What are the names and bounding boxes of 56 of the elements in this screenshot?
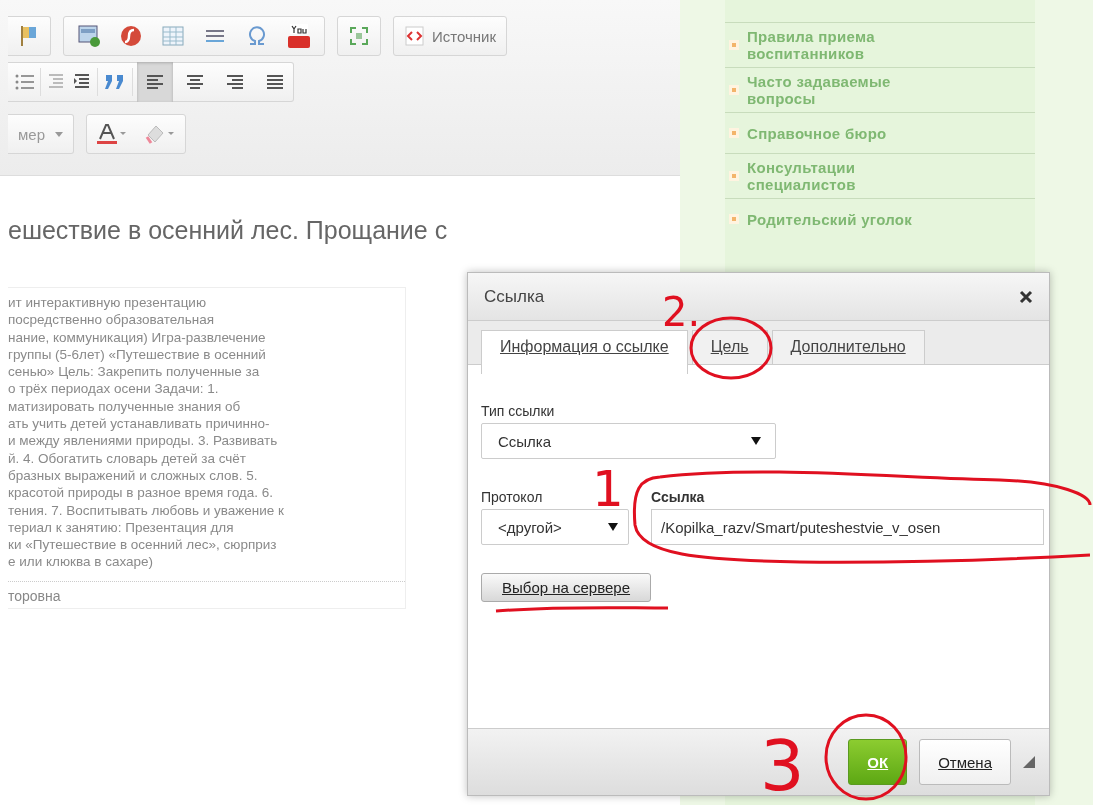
text-line: нание, коммуникация) Игра-развлечение [8, 328, 267, 346]
protocol-select[interactable]: <другой> [481, 509, 629, 545]
field-label: Тип ссылки [481, 403, 556, 419]
text-line: и между явлениями природы. 3. Развивать [8, 432, 279, 450]
source-icon [404, 25, 426, 47]
resize-grip-icon[interactable] [1023, 756, 1035, 768]
text-line: тения. 7. Воспитывать любовь и уважение к [8, 501, 286, 519]
text-line: териал к занятию: Презентация для [8, 518, 235, 537]
field-label: Ссылка [651, 489, 706, 505]
author-text: торовна [8, 587, 61, 604]
text-color-icon[interactable] [97, 123, 127, 145]
bullet-icon [729, 214, 739, 224]
cancel-button[interactable]: Отмена [919, 739, 1011, 785]
omega-icon[interactable] [246, 25, 268, 47]
background-color-icon[interactable] [145, 123, 175, 145]
text-line: посредственно образовательная [8, 311, 215, 329]
justify-icon [265, 73, 285, 91]
image-icon[interactable] [78, 25, 100, 47]
text-line: группы (5-6лет) «Путешествие в осенний [8, 345, 267, 364]
bullet-icon [729, 40, 739, 50]
article-title: ешествие в осенний лес. Прощание с [8, 216, 449, 245]
text-line: ать учить детей устанавливать причинно- [8, 415, 271, 433]
align-left-button[interactable] [137, 62, 173, 102]
text-line: красотой природы в разное время года. 6. [8, 484, 274, 502]
tab[interactable]: Информация о ссылке [481, 330, 688, 374]
maximize-icon[interactable] [348, 25, 370, 47]
dialog-title: Ссылка [484, 286, 545, 307]
bulleted-list-icon[interactable] [14, 72, 36, 92]
text-line: ит интерактивную презентацию [8, 294, 208, 312]
tab[interactable]: Дополнительно [771, 330, 925, 364]
text-line: е или клюква в сахаре) [8, 553, 154, 571]
text-line: сенью» Цель: Закрепить полученные за [8, 363, 261, 381]
flash-icon[interactable] [120, 25, 142, 47]
browse-server-button[interactable]: Выбор на сервере [481, 573, 652, 602]
video-icon[interactable] [288, 23, 310, 49]
align-center-icon [185, 73, 205, 91]
text-line: бразных выражений и сложных слов. 5. [8, 466, 259, 485]
text-line: матизировать полученные знания об [8, 397, 242, 416]
text-line: ки «Путешествие в осенний лес», сюрприз [8, 536, 278, 554]
caret-icon [55, 131, 63, 137]
align-right-icon [225, 73, 245, 91]
source-button[interactable]: Источник [393, 16, 508, 56]
url-field[interactable]: /Kopilka_razv/Smart/puteshestvie_v_osen [651, 509, 1044, 545]
bullet-icon [729, 128, 739, 138]
caret-icon [608, 523, 618, 531]
link-type-select[interactable]: Ссылка [481, 423, 776, 459]
tab[interactable]: Цель [691, 330, 768, 364]
text-line: й. 4. Обогатить словарь детей за счёт [8, 449, 247, 467]
text-line: о трёх периодах осени Задачи: 1. [8, 380, 220, 398]
align-left-icon [145, 73, 165, 91]
annotation-number: 3 [760, 725, 805, 805]
bullet-icon [729, 171, 739, 181]
field-label: Протокол [481, 489, 544, 505]
bullet-icon [729, 85, 739, 95]
close-icon[interactable] [1019, 289, 1033, 304]
caret-icon [751, 437, 761, 445]
